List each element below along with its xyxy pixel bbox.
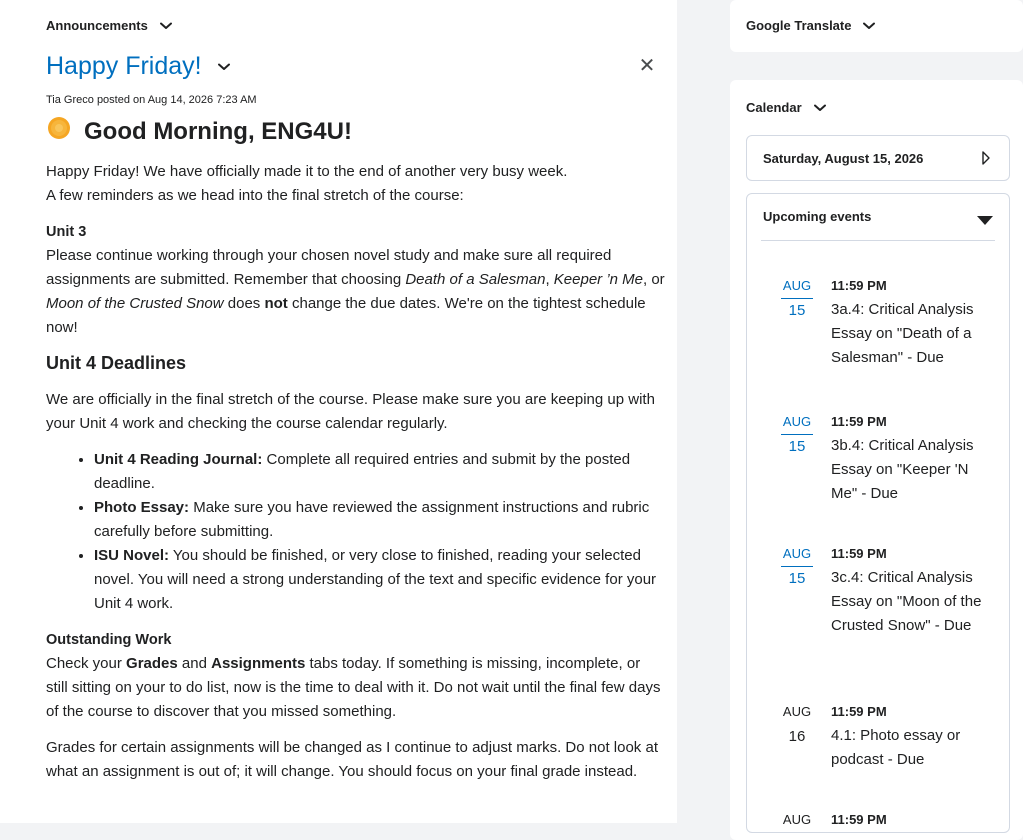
event-month: AUG [782,546,812,561]
list-item: Unit 4 Reading Journal: Complete all req… [94,448,666,496]
event-day: 15 [788,438,806,455]
event-title[interactable]: 3a.4: Critical Analysis Essay on "Death … [831,298,996,370]
event-title[interactable]: 3c.4: Critical Analysis Essay on "Moon o… [831,566,996,638]
divider [761,240,995,241]
calendar-title: Calendar [746,100,802,115]
list-item-label: ISU Novel: [94,547,170,564]
list-item-text: You should be finished, or very close to… [94,547,657,612]
list-item: ISU Novel: You should be finished, or ve… [94,544,666,616]
google-translate-header[interactable]: Google Translate [746,18,876,33]
greeting-text: Good Morning, ENG4U! [84,117,352,145]
outstanding-heading: Outstanding Work [46,632,172,648]
emphasis-text: Assignments [211,655,306,672]
event-title[interactable]: 4.1: Photo essay or podcast - Due [831,724,996,772]
today-underline [781,566,813,567]
announcement-greeting: Good Morning, ENG4U! [46,115,352,148]
event-month: AUG [782,414,812,429]
unit4-heading: Unit 4 Deadlines [46,353,187,373]
event-month: AUG [782,704,812,719]
chevron-down-icon[interactable] [159,22,172,30]
today-underline [781,298,813,299]
event-time: 11:59 PM [831,278,887,293]
close-icon[interactable]: ✕ [637,56,657,76]
novel-title: Keeper ’n Me [553,271,643,288]
grades-note: Grades for certain assignments will be c… [46,739,658,780]
paragraph-text: and [177,655,212,672]
paragraph-text: , or [643,271,665,288]
intro-line: A few reminders as we head into the fina… [46,187,464,204]
upcoming-events-panel: Upcoming events AUG 15 11:59 PM 3a.4: Cr… [746,193,1010,833]
event-day: 15 [788,302,806,319]
event-time: 11:59 PM [831,812,887,827]
selected-date-bar[interactable]: Saturday, August 15, 2026 [746,135,1010,181]
unit3-heading: Unit 3 [46,224,87,240]
announcement-body: Happy Friday! We have officially made it… [46,160,666,784]
google-translate-widget: Google Translate [730,0,1023,52]
selected-date: Saturday, August 15, 2026 [763,151,924,166]
deadline-list: Unit 4 Reading Journal: Complete all req… [46,448,666,616]
intro-line: Happy Friday! We have officially made it… [46,163,568,180]
chevron-right-icon[interactable] [981,150,991,171]
paragraph-text: Check your [46,655,127,672]
announcement-byline: Tia Greco posted on Aug 14, 2026 7:23 AM [46,94,257,106]
list-item-label: Photo Essay: [94,499,190,516]
outstanding-paragraph: Check your Grades and Assignments tabs t… [46,652,666,724]
unit4-intro: We are officially in the final stretch o… [46,391,655,432]
announcement-title[interactable]: Happy Friday! [46,52,230,81]
calendar-header[interactable]: Calendar [746,100,826,115]
google-translate-title: Google Translate [746,18,852,33]
event-month: AUG [782,278,812,293]
event-month: AUG [782,812,812,827]
caret-down-icon[interactable] [977,212,993,230]
event-title[interactable]: 3b.4: Critical Analysis Essay on "Keeper… [831,434,996,506]
announcements-widget-title: Announcements [46,18,148,33]
today-underline [781,434,813,435]
event-time: 11:59 PM [831,704,887,719]
unit3-paragraph: Please continue working through your cho… [46,244,666,340]
upcoming-events-label: Upcoming events [763,209,872,224]
upcoming-events-header[interactable]: Upcoming events [747,194,1009,240]
novel-title: Death of a Salesman [405,271,546,288]
announcement-title-text[interactable]: Happy Friday! [46,52,202,81]
event-time: 11:59 PM [831,414,887,429]
paragraph-text: , [545,271,554,288]
announcements-widget: Announcements Happy Friday! ✕ Tia Greco … [0,0,677,823]
event-day: 16 [788,728,806,745]
novel-title: Moon of the Crusted Snow [46,295,224,312]
chevron-down-icon[interactable] [813,104,826,112]
announcements-widget-header[interactable]: Announcements [46,18,172,33]
chevron-down-icon[interactable] [217,63,230,71]
intro-paragraph: Happy Friday! We have officially made it… [46,160,666,208]
paragraph-text: does [223,295,265,312]
emphasis-text: not [264,295,288,312]
list-item: Photo Essay: Make sure you have reviewed… [94,496,666,544]
emphasis-text: Grades [126,655,178,672]
list-item-label: Unit 4 Reading Journal: [94,451,263,468]
event-time: 11:59 PM [831,546,887,561]
sun-emoji-icon [46,115,72,148]
chevron-down-icon[interactable] [863,22,876,30]
event-day: 15 [788,570,806,587]
